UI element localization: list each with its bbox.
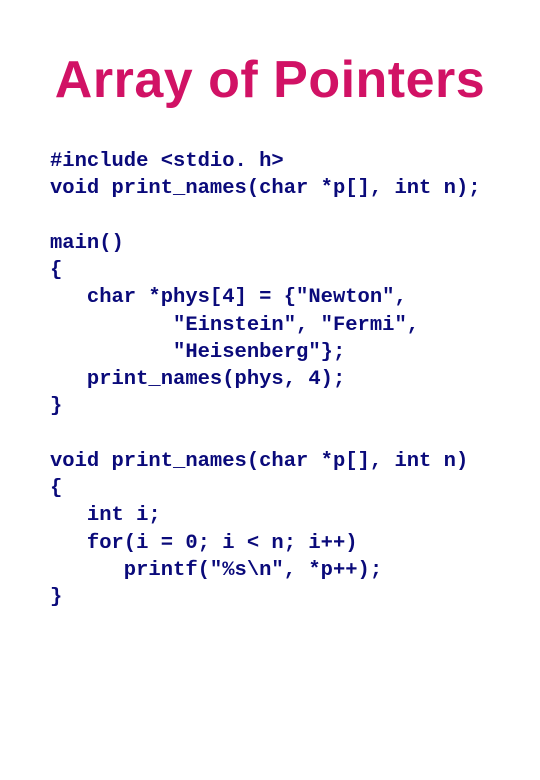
code-line: #include <stdio. h> xyxy=(50,150,284,173)
slide-title: Array of Pointers xyxy=(30,50,510,110)
code-line: main() xyxy=(50,232,124,255)
slide-container: Array of Pointers #include <stdio. h> vo… xyxy=(0,0,540,780)
code-block: #include <stdio. h> void print_names(cha… xyxy=(30,148,510,611)
code-line: char *phys[4] = {"Newton", xyxy=(50,286,407,309)
code-line: { xyxy=(50,259,62,282)
code-line: "Heisenberg"}; xyxy=(50,341,345,364)
code-line: } xyxy=(50,586,62,609)
code-line: int i; xyxy=(50,504,161,527)
code-line: printf("%s\n", *p++); xyxy=(50,559,382,582)
code-line: void print_names(char *p[], int n); xyxy=(50,177,481,200)
code-line: for(i = 0; i < n; i++) xyxy=(50,532,358,555)
code-line: void print_names(char *p[], int n) xyxy=(50,450,468,473)
code-line: } xyxy=(50,395,62,418)
code-line: print_names(phys, 4); xyxy=(50,368,345,391)
code-line: { xyxy=(50,477,62,500)
code-line: "Einstein", "Fermi", xyxy=(50,314,419,337)
